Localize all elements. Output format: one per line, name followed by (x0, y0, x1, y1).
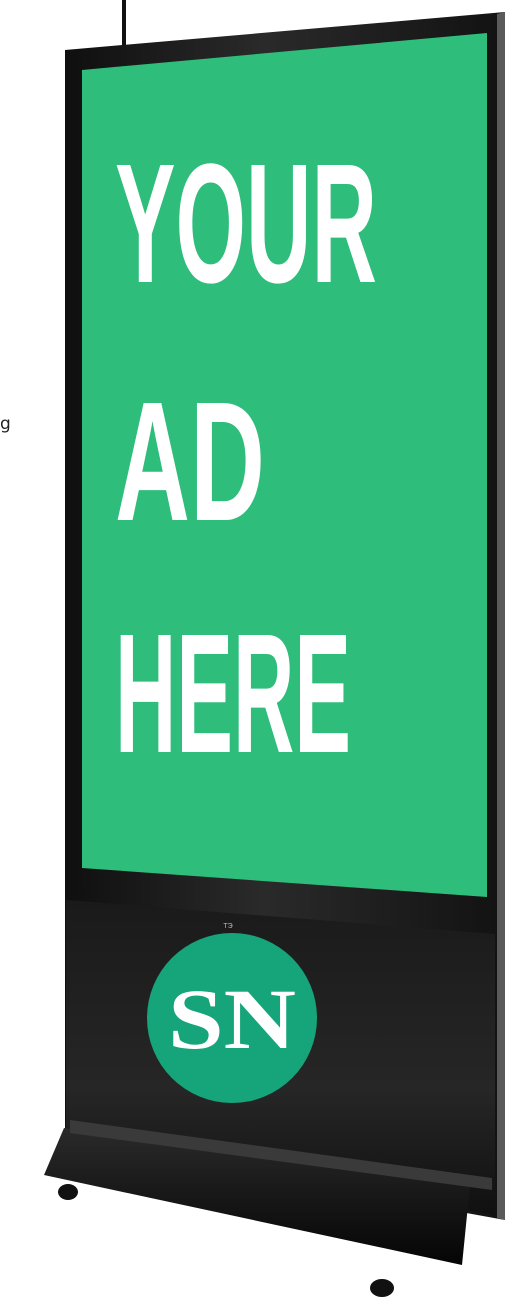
kiosk-edge (497, 12, 505, 1220)
ad-text-line-3: HERE (115, 599, 351, 789)
wheel-left (58, 1184, 78, 1200)
ad-text-line-2: AD (115, 367, 265, 557)
kiosk-photo: g YOUR AD HERE SN ТЭ (0, 0, 523, 1301)
wheel-right (370, 1279, 394, 1297)
brand-mark: ТЭ (223, 923, 233, 930)
cropped-text-fragment: g (0, 414, 11, 434)
logo-text: SN (168, 971, 296, 1067)
kiosk-illustration: YOUR AD HERE SN (44, 0, 505, 1297)
ad-text-line-1: YOUR (115, 129, 377, 319)
